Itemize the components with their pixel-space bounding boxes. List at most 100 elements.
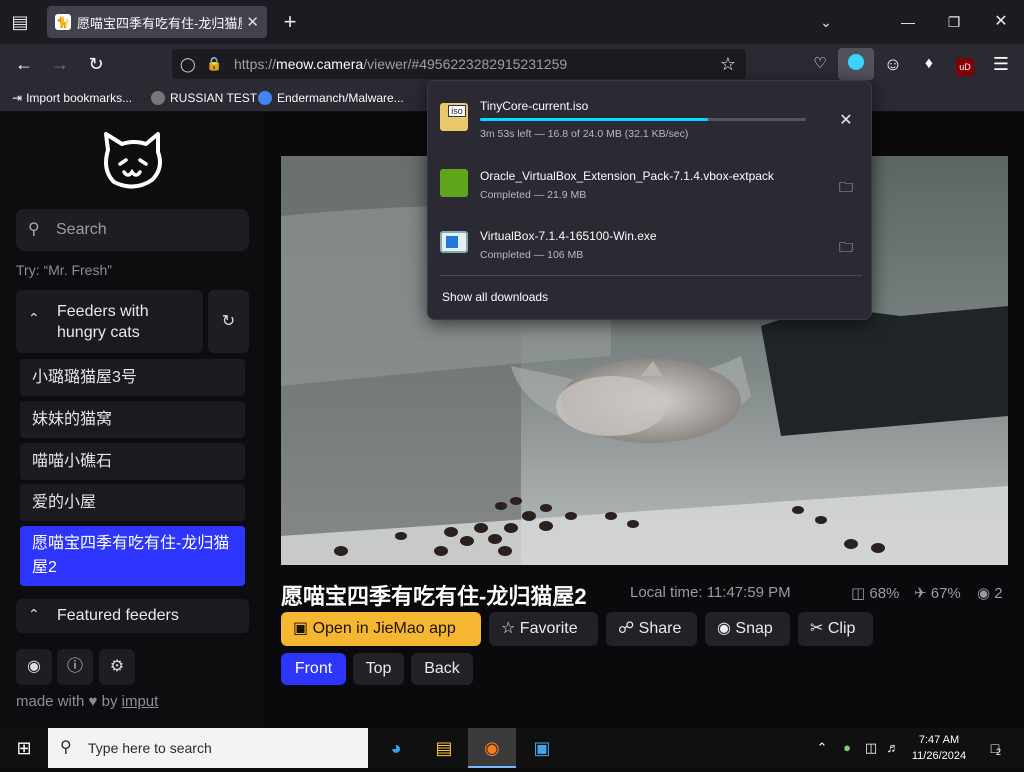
restore-icon[interactable]: ❐ xyxy=(936,0,972,44)
address-bar[interactable]: ◯ 🔒 https://meow.camera/viewer/#49562232… xyxy=(172,49,746,79)
sidebar-feeder-item-active[interactable]: 愿喵宝四季有吃有住-龙归猫屋2 xyxy=(20,526,245,586)
file-explorer-icon[interactable]: ▤ xyxy=(420,728,468,768)
favorite-button[interactable]: ☆ Favorite xyxy=(489,612,598,646)
ublock-icon[interactable]: uD xyxy=(947,44,983,84)
back-arrow-icon[interactable]: ← xyxy=(6,44,42,84)
shield-icon[interactable]: ◯ xyxy=(180,49,196,79)
chevron-up-icon: ⌃ xyxy=(28,606,40,622)
tab-strip: ▤ 🐈 愿喵宝四季有吃有住-龙归猫屋2 ✕ + ⌄ — ❐ ✕ xyxy=(0,0,1024,44)
star-icon: ☆ xyxy=(501,620,516,637)
url-domain: meow.camera xyxy=(276,56,364,72)
sidebar-feeder-item[interactable]: 喵喵小礁石 xyxy=(20,443,245,480)
windows-taskbar: ⊞ ⚲ Type here to search ◕ ▤ ◉ ▣ ⌃ ● ◫ ♬ … xyxy=(0,728,1024,768)
food-level: ◫ 68% xyxy=(851,585,900,602)
minimize-icon[interactable]: — xyxy=(890,0,926,44)
download-item[interactable]: iso TinyCore-current.iso 3m 53s left — 1… xyxy=(428,91,873,146)
new-tab-icon[interactable]: + xyxy=(272,0,308,44)
cat-logo-icon xyxy=(104,132,162,189)
taskbar-search-input[interactable]: ⚲ Type here to search xyxy=(48,728,368,768)
iso-file-icon: iso xyxy=(440,103,468,131)
scissors-icon: ✂ xyxy=(810,620,824,637)
share-button[interactable]: ☍ Share xyxy=(606,612,697,646)
view-front-button[interactable]: Front xyxy=(281,653,346,685)
refresh-icon[interactable]: ↻ xyxy=(208,290,249,353)
network-icon[interactable]: ◫ xyxy=(860,728,882,768)
windows-start-icon[interactable]: ⊞ xyxy=(0,728,48,768)
eye-icon: ◉ xyxy=(977,585,991,602)
downloads-button-icon[interactable] xyxy=(838,48,874,80)
download-status: 3m 53s left — 16.8 of 24.0 MB (32.1 KB/s… xyxy=(480,128,689,140)
virtualbox-icon[interactable]: ▣ xyxy=(518,728,566,768)
chevron-up-icon[interactable]: ⌃ xyxy=(808,728,836,768)
heart-icon: ♥ xyxy=(88,693,98,710)
sidebar-feeder-item[interactable]: 小璐璐猫屋3号 xyxy=(20,359,245,396)
bookmark-endermanch[interactable]: Endermanch/Malware... xyxy=(258,84,404,112)
close-tab-icon[interactable]: ✕ xyxy=(246,13,259,31)
active-tab[interactable]: 🐈 愿喵宝四季有吃有住-龙归猫屋2 ✕ xyxy=(47,6,267,38)
sidebar-feeder-item[interactable]: 妹妹的猫窝 xyxy=(20,401,245,438)
bookmark-russian-test[interactable]: RUSSIAN TEST xyxy=(151,84,257,112)
menu-hamburger-icon[interactable]: ☰ xyxy=(983,44,1019,84)
search-hint: Try: “Mr. Fresh” xyxy=(16,262,112,278)
battery-icon: ✈ xyxy=(914,585,927,602)
download-progress-fill xyxy=(480,118,709,121)
google-icon xyxy=(258,91,272,105)
download-item[interactable]: Oracle_VirtualBox_Extension_Pack-7.1.4.v… xyxy=(428,159,873,214)
section-hungry-feeders[interactable]: ⌃ Feeders with hungry cats xyxy=(16,290,203,353)
clip-button[interactable]: ✂ Clip xyxy=(798,612,873,646)
feeder-title: 愿喵宝四季有吃有住-龙归猫屋2 xyxy=(281,584,587,609)
discord-icon[interactable]: ◉ xyxy=(16,649,52,685)
notifications-icon[interactable]: □ 2 xyxy=(980,728,1010,768)
folder-icon[interactable]: 🗀 xyxy=(836,237,856,257)
forward-arrow-icon[interactable]: → xyxy=(42,44,78,84)
cat-favicon-icon: 🐈 xyxy=(55,14,71,30)
chevron-down-icon[interactable]: ⌄ xyxy=(808,0,844,44)
download-filename: VirtualBox-7.1.4-165100-Win.exe xyxy=(480,229,657,243)
user-status-icon[interactable]: ● xyxy=(836,728,858,768)
snap-button[interactable]: ◉ Snap xyxy=(705,612,790,646)
firefox-icon[interactable]: ◉ xyxy=(468,728,516,768)
bookmark-favicon-icon xyxy=(151,91,165,105)
sidebar-feeder-item[interactable]: 爱的小屋 xyxy=(20,484,245,521)
section-featured-feeders[interactable]: ⌃ Featured feeders xyxy=(16,599,249,633)
settings-gear-icon[interactable]: ⚙ xyxy=(99,649,135,685)
food-icon: ◫ xyxy=(851,585,866,602)
lock-icon[interactable]: 🔒 xyxy=(206,49,222,79)
phone-icon: ▣ xyxy=(293,620,309,637)
download-status: Completed — 21.9 MB xyxy=(480,189,587,201)
bookmark-star-icon[interactable]: ☆ xyxy=(710,44,746,84)
folder-icon[interactable]: 🗀 xyxy=(836,177,856,197)
cancel-download-icon[interactable]: ✕ xyxy=(836,111,856,131)
navigation-toolbar: ← → ↻ ◯ 🔒 https://meow.camera/viewer/#49… xyxy=(0,44,1024,84)
view-back-button[interactable]: Back xyxy=(411,653,473,685)
author-link[interactable]: imput xyxy=(122,693,159,710)
sidebar: ⚲ Search Try: “Mr. Fresh” ⌃ Feeders with… xyxy=(0,112,264,728)
camera-icon: ◉ xyxy=(717,620,731,637)
download-progress-track xyxy=(480,118,806,121)
link-icon: ☍ xyxy=(618,620,635,637)
search-input[interactable]: ⚲ Search xyxy=(16,209,249,251)
viewer-count: ◉ 2 xyxy=(977,585,1003,602)
account-icon[interactable]: ☺ xyxy=(875,44,911,84)
pocket-icon[interactable]: ♡ xyxy=(802,44,838,84)
download-item[interactable]: VirtualBox-7.1.4-165100-Win.exe Complete… xyxy=(428,219,873,274)
reload-icon[interactable]: ↻ xyxy=(78,44,114,84)
open-app-button[interactable]: ▣ Open in JieMao app xyxy=(281,612,481,646)
divider xyxy=(440,275,862,276)
system-clock[interactable]: 7:47 AM 11/26/2024 xyxy=(900,732,978,764)
download-status: Completed — 106 MB xyxy=(480,249,584,261)
extensions-icon[interactable]: ♦ xyxy=(911,44,947,84)
local-time: Local time: 11:47:59 PM xyxy=(630,584,791,601)
downloads-panel: iso TinyCore-current.iso 3m 53s left — 1… xyxy=(427,80,872,320)
made-with-credit: made with ♥ by imput xyxy=(16,693,159,710)
show-all-downloads-link[interactable]: Show all downloads xyxy=(442,290,548,304)
edge-icon[interactable]: ◕ xyxy=(372,728,420,768)
bookmark-import[interactable]: ⇥ Import bookmarks... xyxy=(12,84,132,112)
window-close-icon[interactable]: ✕ xyxy=(983,0,1019,44)
tab-title: 愿喵宝四季有吃有住-龙归猫屋2 xyxy=(77,15,243,31)
extpack-file-icon xyxy=(440,169,468,197)
info-icon[interactable]: ⓘ xyxy=(57,649,93,685)
view-top-button[interactable]: Top xyxy=(353,653,404,685)
battery-level: ✈ 67% xyxy=(914,585,961,602)
tab-list-icon[interactable]: ▤ xyxy=(2,0,38,44)
